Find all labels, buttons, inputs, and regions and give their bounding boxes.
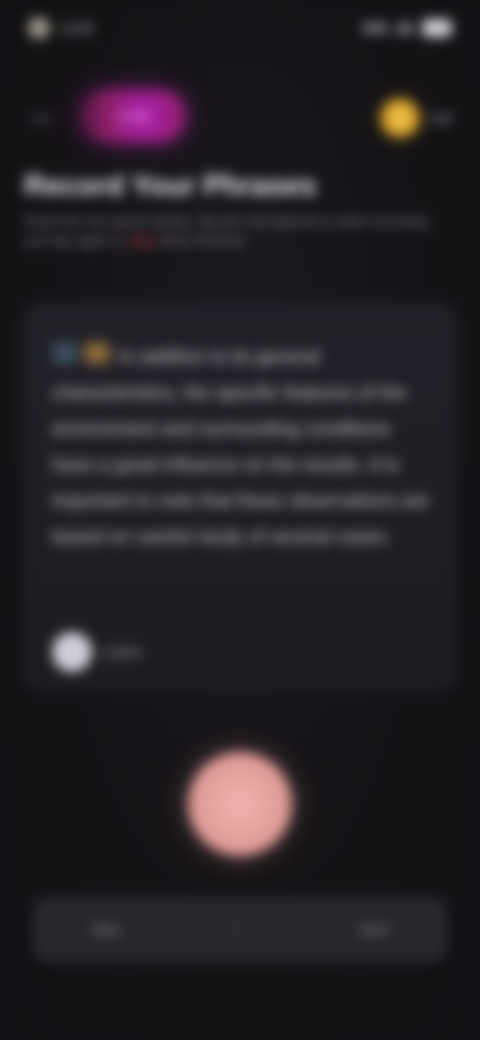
bottom-bar: Skip Next xyxy=(32,896,448,962)
status-right xyxy=(362,19,452,37)
signal-icon xyxy=(362,23,388,33)
page-title: Record Your Phrases xyxy=(24,170,317,202)
status-time: 12:00 xyxy=(60,20,93,36)
subtitle-text-end: when finished. xyxy=(158,232,249,248)
phrase-card: In addition to its general characteristi… xyxy=(22,302,458,692)
status-bar: 12:00 xyxy=(28,14,452,42)
status-left: 12:00 xyxy=(28,17,93,39)
brand-label: LIVE xyxy=(117,108,151,124)
coin-count: 120 xyxy=(428,110,452,126)
speaker-icon xyxy=(52,632,92,672)
battery-icon xyxy=(422,19,452,37)
page-subtitle: Read the text aloud clearly. Tap the mic… xyxy=(24,212,444,250)
coin-icon xyxy=(380,99,419,137)
brand-pill[interactable]: LIVE xyxy=(82,90,186,142)
lock-icon xyxy=(28,17,50,39)
coin-balance[interactable]: 120 xyxy=(380,99,452,137)
bottom-divider xyxy=(238,914,241,944)
record-button[interactable] xyxy=(188,752,292,856)
listen-button[interactable]: Listen xyxy=(52,632,142,672)
skip-button[interactable]: Skip xyxy=(92,921,119,937)
back-arrow-icon[interactable] xyxy=(30,116,52,120)
subtitle-accent: stop xyxy=(128,232,155,248)
next-button[interactable]: Next xyxy=(360,921,389,937)
wifi-icon xyxy=(396,22,414,34)
header: LIVE 120 xyxy=(24,86,456,150)
app-screen: 12:00 LIVE 120 Record Your Phrases Read … xyxy=(0,0,480,1040)
listen-label: Listen xyxy=(102,643,143,661)
phrase-text: In addition to its general characteristi… xyxy=(52,347,430,548)
